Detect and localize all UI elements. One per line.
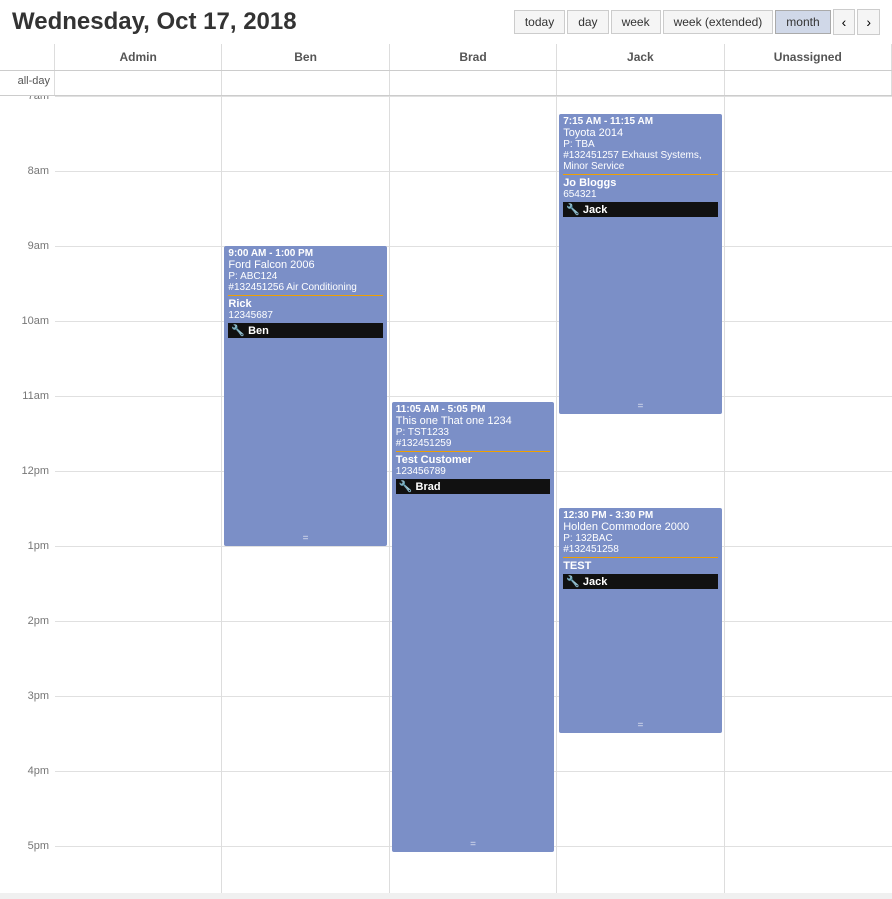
event-brad-1-time: 11:05 AM - 5:05 PM [396,404,550,415]
col-header-ben: Ben [222,44,389,70]
month-button[interactable]: month [775,10,830,34]
event-brad-1-indicator: = [470,839,476,850]
event-jack-2-time: 12:30 PM - 3:30 PM [563,510,717,521]
label-11am: 11am [22,390,49,402]
allday-unassigned [725,71,892,95]
event-jack-1-customer: Jo Bloggs [563,177,717,189]
wrench-icon: 🔧 [231,324,245,337]
day-button[interactable]: day [567,10,608,34]
allday-brad [390,71,557,95]
event-brad-1-phone: 123456789 [396,466,550,477]
label-10am: 10am [21,315,49,327]
event-jack-1-indicator: = [637,401,643,412]
event-jack-1-plate: P: TBA [563,139,717,150]
event-jack-2-assignee-name: Jack [583,576,607,588]
label-3pm: 3pm [28,690,49,702]
col-header-unassigned: Unassigned [725,44,892,70]
allday-row: all-day [0,71,892,96]
date-title: Wednesday, Oct 17, 2018 [12,8,297,36]
col-header-brad: Brad [390,44,557,70]
header-bar: Wednesday, Oct 17, 2018 today day week w… [0,0,892,44]
column-jack: 7:15 AM - 11:15 AM Toyota 2014 P: TBA #1… [557,96,724,893]
label-4pm: 4pm [28,765,49,777]
event-brad-1-plate: P: TST1233 [396,427,550,438]
event-brad-1-job: #132451259 [396,438,550,449]
event-brad-1-sep [396,451,550,452]
event-jack-1-time: 7:15 AM - 11:15 AM [563,116,717,127]
event-brad-1-customer: Test Customer [396,454,550,466]
wrench-icon-brad: 🔧 [399,480,413,493]
allday-label: all-day [0,71,55,95]
column-brad: 11:05 AM - 5:05 PM This one That one 123… [390,96,557,893]
week-button[interactable]: week [611,10,661,34]
calendar-wrapper: Admin Ben Brad Jack Unassigned all-day 7… [0,44,892,893]
nav-buttons: today day week week (extended) month ‹ › [514,9,880,35]
event-ben-1[interactable]: 9:00 AM - 1:00 PM Ford Falcon 2006 P: AB… [224,246,386,546]
event-ben-1-plate: P: ABC124 [228,271,382,282]
next-button[interactable]: › [857,9,880,35]
event-ben-1-customer: Rick [228,298,382,310]
label-12pm: 12pm [21,465,49,477]
event-jack-1-assignee-name: Jack [583,204,607,216]
label-5pm: 5pm [28,840,49,852]
event-jack-2-title: Holden Commodore 2000 [563,521,717,533]
event-jack-2-sep [563,557,717,558]
event-ben-1-sep [228,295,382,296]
event-brad-1-assignee: 🔧 Brad [396,479,550,494]
event-ben-1-assignee: 🔧 Ben [228,323,382,338]
wrench-icon-jack2: 🔧 [566,575,580,588]
prev-button[interactable]: ‹ [833,9,856,35]
label-8am: 8am [28,165,49,177]
wrench-icon-jack1: 🔧 [566,203,580,216]
event-ben-1-phone: 12345687 [228,310,382,321]
time-grid: 7am 8am 9am 10am 11am 12pm 1pm 2pm 3pm 4… [0,96,892,893]
column-ben: 9:00 AM - 1:00 PM Ford Falcon 2006 P: AB… [222,96,389,893]
today-button[interactable]: today [514,10,565,34]
label-9am: 9am [28,240,49,252]
event-ben-1-time: 9:00 AM - 1:00 PM [228,248,382,259]
label-2pm: 2pm [28,615,49,627]
event-jack-1-job: #132451257 Exhaust Systems, Minor Servic… [563,150,717,172]
event-jack-2[interactable]: 12:30 PM - 3:30 PM Holden Commodore 2000… [559,508,721,733]
event-jack-1-phone: 654321 [563,189,717,200]
column-admin [55,96,222,893]
event-jack-2-job: #132451258 [563,544,717,555]
event-jack-2-assignee: 🔧 Jack [563,574,717,589]
label-1pm: 1pm [28,540,49,552]
columns-area: 9:00 AM - 1:00 PM Ford Falcon 2006 P: AB… [55,96,892,893]
week-extended-button[interactable]: week (extended) [663,10,774,34]
event-jack-1-title: Toyota 2014 [563,127,717,139]
event-jack-1[interactable]: 7:15 AM - 11:15 AM Toyota 2014 P: TBA #1… [559,114,721,414]
event-brad-1-assignee-name: Brad [416,481,441,493]
column-unassigned [725,96,892,893]
col-header-jack: Jack [557,44,724,70]
event-jack-2-indicator: = [637,720,643,731]
column-headers: Admin Ben Brad Jack Unassigned [0,44,892,71]
event-ben-1-job: #132451256 Air Conditioning [228,282,382,293]
event-ben-1-assignee-name: Ben [248,325,269,337]
time-labels: 7am 8am 9am 10am 11am 12pm 1pm 2pm 3pm 4… [0,96,55,893]
time-gutter-header [0,44,55,70]
event-jack-2-customer: TEST [563,560,717,572]
event-jack-1-assignee: 🔧 Jack [563,202,717,217]
event-brad-1-title: This one That one 1234 [396,415,550,427]
allday-jack [557,71,724,95]
event-ben-1-title: Ford Falcon 2006 [228,259,382,271]
allday-admin [55,71,222,95]
col-header-admin: Admin [55,44,222,70]
event-brad-1[interactable]: 11:05 AM - 5:05 PM This one That one 123… [392,402,554,852]
event-jack-1-sep [563,174,717,175]
event-jack-2-plate: P: 132BAC [563,533,717,544]
allday-ben [222,71,389,95]
event-ben-1-indicator: = [303,533,309,544]
label-7am: 7am [28,96,49,102]
